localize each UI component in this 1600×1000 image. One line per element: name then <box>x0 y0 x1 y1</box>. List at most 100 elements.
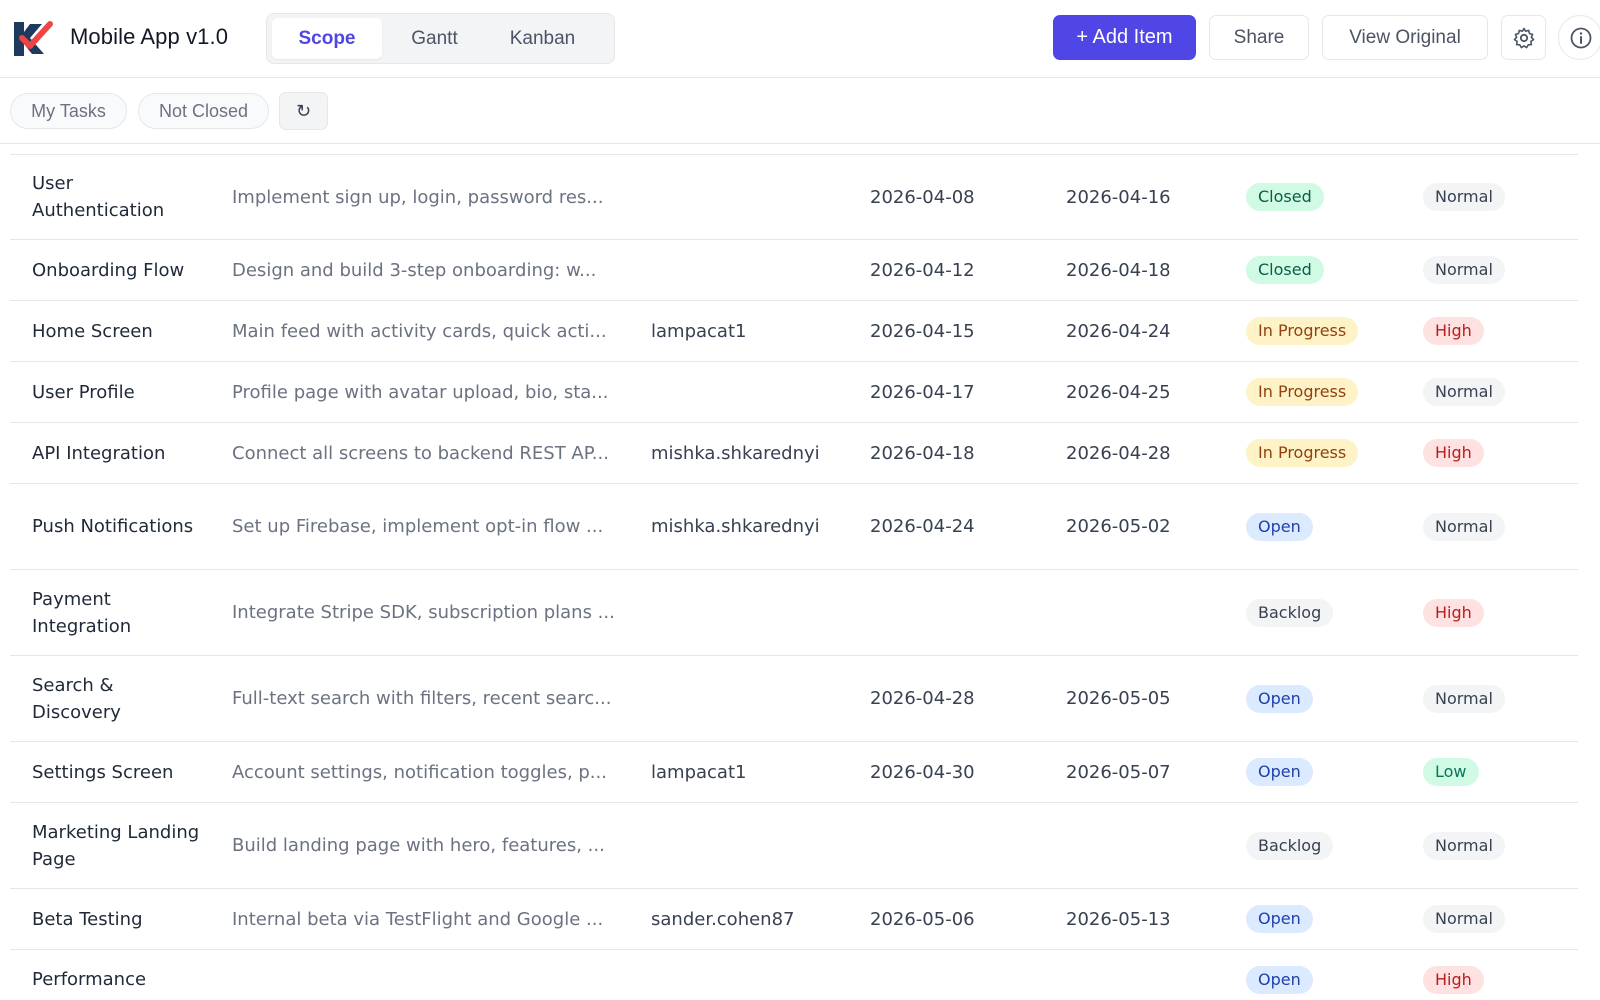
priority-badge[interactable]: Normal <box>1423 183 1505 211</box>
task-start-date: 2026-04-15 <box>870 301 1000 361</box>
task-end-date <box>1066 950 1196 1000</box>
table-row[interactable]: Search & Discovery Full-text search with … <box>10 656 1578 742</box>
table-row[interactable]: Onboarding Flow Design and build 3-step o… <box>10 240 1578 301</box>
task-assignee <box>651 240 861 300</box>
table-row[interactable]: Settings Screen Account settings, notific… <box>10 742 1578 803</box>
refresh-button[interactable]: ↻ <box>279 92 328 130</box>
task-start-date-text: 2026-04-08 <box>870 186 975 208</box>
status-badge[interactable]: Closed <box>1246 183 1324 211</box>
task-start-date: 2026-04-08 <box>870 155 1000 239</box>
priority-badge[interactable]: Normal <box>1423 684 1505 713</box>
task-name: Payment Integration <box>32 570 207 655</box>
status-badge[interactable]: Backlog <box>1246 598 1334 627</box>
task-start-date: 2026-04-17 <box>870 362 1000 422</box>
table-row[interactable]: User Authentication Implement sign up, lo… <box>10 155 1578 240</box>
refresh-icon: ↻ <box>295 101 312 121</box>
task-end-date <box>1066 570 1196 655</box>
table-row[interactable]: Payment Integration Integrate Stripe SDK,… <box>10 570 1578 656</box>
task-start-date: 2026-04-30 <box>870 742 1000 802</box>
task-name-text: User Authentication <box>32 173 165 221</box>
task-name-text: User Profile <box>32 381 135 403</box>
task-start-date-text: 2026-04-18 <box>870 442 975 464</box>
task-description <box>232 950 632 1000</box>
status-badge[interactable]: In Progress <box>1246 439 1359 467</box>
task-name: User Profile <box>32 362 207 422</box>
task-name-text: Payment Integration <box>32 588 132 637</box>
task-name: Home Screen <box>32 301 207 361</box>
task-assignee <box>651 803 861 888</box>
table-row[interactable]: Marketing Landing Page Build landing page… <box>10 803 1578 889</box>
task-start-date: 2026-04-24 <box>870 484 1000 569</box>
view-tabs: Scope Gantt Kanban <box>266 13 615 64</box>
task-name: Beta Testing <box>32 889 207 949</box>
task-start-date: 2026-04-28 <box>870 656 1000 741</box>
task-end-date: 2026-05-05 <box>1066 656 1196 741</box>
priority-badge[interactable]: Normal <box>1423 512 1505 541</box>
task-end-date-text: 2026-05-13 <box>1066 908 1171 930</box>
task-description-text: Design and build 3-step onboarding: w... <box>232 259 597 281</box>
task-description: Full-text search with filters, recent se… <box>232 656 632 741</box>
task-status: In Progress <box>1246 362 1416 422</box>
table-row[interactable]: API Integration Connect all screens to ba… <box>10 423 1578 484</box>
add-item-button[interactable]: + Add Item <box>1053 15 1196 60</box>
task-end-date: 2026-04-18 <box>1066 240 1196 300</box>
task-assignee <box>651 362 861 422</box>
task-end-date-text: 2026-04-28 <box>1066 442 1171 464</box>
task-assignee: mishka.shkarednyi <box>651 484 861 569</box>
view-original-button[interactable]: View Original <box>1322 15 1488 60</box>
priority-badge[interactable]: Normal <box>1423 905 1505 933</box>
app-logo-icon[interactable] <box>10 16 54 60</box>
table-row[interactable]: Push Notifications Set up Firebase, imple… <box>10 484 1578 570</box>
status-badge[interactable]: Backlog <box>1246 831 1334 860</box>
task-priority: High <box>1423 301 1563 361</box>
status-badge[interactable]: Closed <box>1246 256 1324 284</box>
priority-badge[interactable]: High <box>1423 598 1484 627</box>
status-badge[interactable]: Open <box>1246 905 1313 933</box>
priority-badge[interactable]: Normal <box>1423 256 1505 284</box>
task-priority: Normal <box>1423 484 1563 569</box>
task-end-date: 2026-04-16 <box>1066 155 1196 239</box>
status-badge[interactable]: Open <box>1246 512 1313 541</box>
status-badge[interactable]: Open <box>1246 684 1313 713</box>
table-row[interactable]: Performance Open High <box>10 950 1578 1000</box>
task-end-date-text: 2026-04-24 <box>1066 320 1171 342</box>
info-button[interactable] <box>1558 15 1600 60</box>
priority-badge[interactable]: Normal <box>1423 831 1505 860</box>
task-status: Open <box>1246 656 1416 741</box>
app-title: Mobile App v1.0 <box>70 24 229 49</box>
task-description: Profile page with avatar upload, bio, st… <box>232 362 632 422</box>
priority-badge[interactable]: Normal <box>1423 378 1505 406</box>
task-description: Implement sign up, login, password res..… <box>232 155 632 239</box>
settings-button[interactable] <box>1501 15 1546 60</box>
priority-badge[interactable]: Low <box>1423 758 1479 786</box>
filter-chip-my-tasks[interactable]: My Tasks <box>10 93 127 129</box>
task-name-text: Home Screen <box>32 320 153 342</box>
tab-gantt[interactable]: Gantt <box>387 18 482 59</box>
task-name-text: Search & Discovery <box>32 674 121 723</box>
status-badge[interactable]: Open <box>1246 965 1313 994</box>
status-badge[interactable]: Open <box>1246 758 1313 786</box>
task-name-text: Push Notifications <box>32 516 194 537</box>
tab-scope[interactable]: Scope <box>272 18 382 59</box>
status-badge[interactable]: In Progress <box>1246 378 1359 406</box>
task-priority: Normal <box>1423 803 1563 888</box>
task-name-text: Beta Testing <box>32 908 143 930</box>
priority-badge[interactable]: High <box>1423 317 1484 345</box>
task-description: Internal beta via TestFlight and Google … <box>232 889 632 949</box>
task-start-date: 2026-04-18 <box>870 423 1000 483</box>
table-row[interactable]: Home Screen Main feed with activity cards… <box>10 301 1578 362</box>
status-badge[interactable]: In Progress <box>1246 317 1359 345</box>
share-button[interactable]: Share <box>1209 15 1309 60</box>
task-assignee <box>651 656 861 741</box>
table-row[interactable]: User Profile Profile page with avatar upl… <box>10 362 1578 423</box>
filter-chip-not-closed[interactable]: Not Closed <box>138 93 269 129</box>
priority-badge[interactable]: High <box>1423 965 1484 994</box>
task-priority: Low <box>1423 742 1563 802</box>
task-status: In Progress <box>1246 423 1416 483</box>
table-row[interactable]: Beta Testing Internal beta via TestFlight… <box>10 889 1578 950</box>
task-end-date: 2026-05-02 <box>1066 484 1196 569</box>
task-end-date: 2026-05-07 <box>1066 742 1196 802</box>
filter-bar: My Tasks Not Closed ↻ <box>0 78 1600 144</box>
tab-kanban[interactable]: Kanban <box>485 18 600 59</box>
priority-badge[interactable]: High <box>1423 439 1484 467</box>
